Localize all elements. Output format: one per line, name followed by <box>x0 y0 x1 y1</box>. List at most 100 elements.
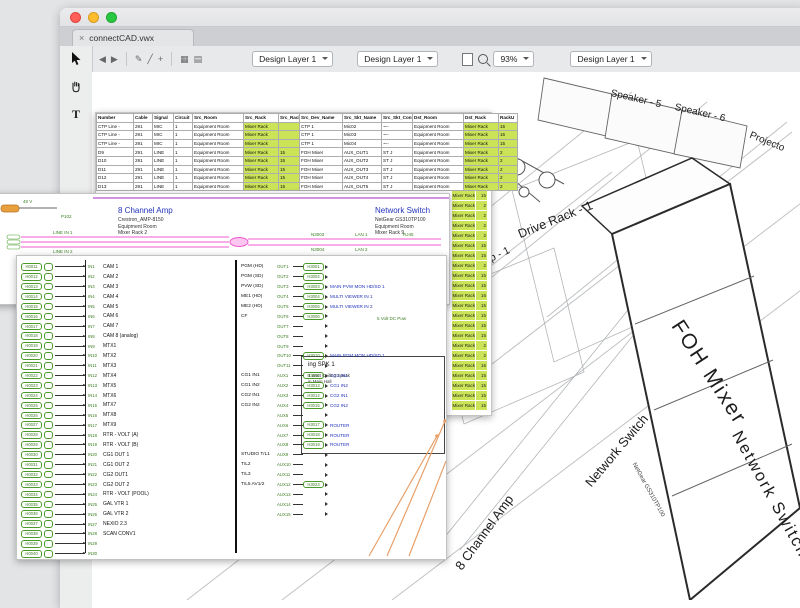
output-row[interactable]: CG1 IN2 AUX2 H3013 CG1 IN2 <box>241 381 444 391</box>
rack-u-cell: 15 <box>476 381 487 390</box>
table-row[interactable]: CTP Line -291MIC1Equipment RoomMixer Rac… <box>97 131 518 140</box>
output-row[interactable]: T/L5 AV1/2 AUX12 H3023 <box>241 480 444 490</box>
table-row[interactable]: D10291LINE1Equipment RoomMixer Rack15FOH… <box>97 156 518 165</box>
input-row[interactable]: H0036 IN26 GAL VTR 2 <box>21 509 233 519</box>
pan-hand-tool[interactable] <box>70 80 82 98</box>
input-row[interactable]: H0038 IN28 SCAN CONV1 <box>21 529 233 539</box>
input-row[interactable]: H0021 IN11 MTX3 <box>21 361 233 371</box>
output-row[interactable]: CF OUT6 H3006 <box>241 311 444 321</box>
input-row[interactable]: H0013 IN3 CAM 3 <box>21 282 233 292</box>
switch-room: Equipment Room <box>375 224 414 230</box>
output-row[interactable]: OUT7 <box>241 321 444 331</box>
output-row[interactable]: AUX7 H3018 ROUTER <box>241 430 444 440</box>
back-icon[interactable]: ◀ <box>99 55 106 64</box>
input-row[interactable]: H0027 IN17 MTX9 <box>21 420 233 430</box>
mixer-connection-window[interactable]: ing SPK 1 1 Watt Ceiling Speak in Main H… <box>16 255 447 560</box>
tab-close-icon[interactable]: × <box>79 33 84 43</box>
grid-icon[interactable]: ▦ <box>180 55 189 64</box>
selection-cursor-tool[interactable] <box>71 52 82 71</box>
cable-code-pill: H3002 <box>303 273 324 281</box>
layers-icon[interactable]: ▤ <box>194 55 203 64</box>
table-row[interactable]: CTP Line -291MIC1Equipment RoomMixer Rac… <box>97 139 518 148</box>
destination-note: ROUTER <box>330 442 349 447</box>
input-row[interactable]: H0014 IN4 CAM 4 <box>21 292 233 302</box>
output-row[interactable]: T/L3 AUX11 <box>241 470 444 480</box>
input-row[interactable]: H0037 IN27 NEXIO 2.3 <box>21 519 233 529</box>
output-row[interactable]: PVW (SD) OUT3 H3003 MAIN PVW MON HD/SD 1 <box>241 282 444 292</box>
input-row[interactable]: H0020 IN10 MTX2 <box>21 351 233 361</box>
table-row[interactable]: D11291LINE1Equipment RoomMixer Rack15FOH… <box>97 165 518 174</box>
table-row[interactable]: D9291LINE1Equipment RoomMixer Rack15FOH … <box>97 148 518 157</box>
page-setup-icon[interactable] <box>462 53 473 66</box>
output-row[interactable]: OUT10 H3010 MAIN PGM MON HD/SD 1 <box>241 351 444 361</box>
input-row[interactable]: H0023 IN13 MTX5 <box>21 381 233 391</box>
input-row[interactable]: H0031 IN21 CG1 OUT 2 <box>21 460 233 470</box>
input-row[interactable]: H0012 IN2 CAM 2 <box>21 272 233 282</box>
input-row[interactable]: H0029 IN19 RTR - VOLT (B) <box>21 440 233 450</box>
output-row[interactable]: AUX6 H3017 ROUTER <box>241 420 444 430</box>
input-name-label: CAM 2 <box>103 274 118 280</box>
layer-select-2[interactable]: Design Layer 1 <box>357 51 438 67</box>
rack-name-cell: Mixer Rack <box>452 341 475 350</box>
input-name-label: CG2 OUT1 <box>103 472 128 478</box>
input-row[interactable]: H0015 IN5 CAM 5 <box>21 302 233 312</box>
output-row[interactable]: CG2 IN1 AUX3 H3014 CG2 IN1 <box>241 391 444 401</box>
output-row[interactable]: AUX13 <box>241 489 444 499</box>
zoom-level-select[interactable]: 93% <box>493 51 534 67</box>
output-row[interactable]: ME1 (HD) OUT4 H3004 MULTI VIEWER IN 1 <box>241 292 444 302</box>
output-row[interactable]: PGM (HD) OUT1 H3001 <box>241 262 444 272</box>
input-row[interactable]: H0040 IN30 <box>21 549 233 559</box>
input-row[interactable]: H0018 IN8 CAM 8 (analog) <box>21 331 233 341</box>
input-row[interactable]: H0039 IN29 <box>21 539 233 549</box>
layer-select-3[interactable]: Design Layer 1 <box>570 51 651 67</box>
input-row[interactable]: H0017 IN7 CAM 7 <box>21 321 233 331</box>
output-row[interactable]: AUX15 <box>241 509 444 519</box>
output-row[interactable]: AUX14 <box>241 499 444 509</box>
layer-select-1[interactable]: Design Layer 1 <box>252 51 333 67</box>
line-tool-icon[interactable]: ╱ <box>147 55 152 64</box>
cable-code-pill: H0039 <box>21 540 42 548</box>
input-wire <box>55 543 85 544</box>
output-port-label: OUT4 <box>277 294 293 299</box>
table-row[interactable]: D13291LINE1Equipment RoomMixer Rack15FOH… <box>97 182 518 191</box>
input-row[interactable]: H0033 IN23 CG2 OUT 2 <box>21 480 233 490</box>
input-row[interactable]: H0035 IN25 GAL VTR 1 <box>21 499 233 509</box>
input-row[interactable]: H0024 IN14 MTX6 <box>21 391 233 401</box>
output-row[interactable]: PGM (SD) OUT2 H3002 <box>241 272 444 282</box>
output-row[interactable]: CG1 IN1 AUX1 H3012 CG1 IN1 <box>241 371 444 381</box>
column-header: Dst_Rack <box>464 114 499 123</box>
output-row[interactable]: OUT9 <box>241 341 444 351</box>
table-row[interactable]: D12291LINE1Equipment RoomMixer Rack15FOH… <box>97 174 518 183</box>
input-row[interactable]: H0034 IN24 RTR - VOLT (POOL) <box>21 489 233 499</box>
input-row[interactable]: H0019 IN9 MTX1 <box>21 341 233 351</box>
output-row[interactable]: CG2 IN2 AUX4 H3015 CG2 IN2 <box>241 400 444 410</box>
output-row[interactable]: AUX8 H3019 ROUTER <box>241 440 444 450</box>
table-row[interactable]: CTP Line -291MIC1Equipment RoomMixer Rac… <box>97 122 518 131</box>
document-tab[interactable]: × connectCAD.vwx <box>72 29 194 46</box>
input-row[interactable]: H0011 IN1 CAM 1 <box>21 262 233 272</box>
input-row[interactable]: H0030 IN20 CG1 OUT 1 <box>21 450 233 460</box>
minimize-window-button[interactable] <box>88 12 99 23</box>
output-row[interactable]: OUT11 <box>241 361 444 371</box>
forward-icon[interactable]: ▶ <box>111 55 118 64</box>
input-row[interactable]: H0022 IN12 MTX4 <box>21 371 233 381</box>
output-row[interactable]: T/L2 AUX10 <box>241 460 444 470</box>
rack-name-cell: Mixer Rack <box>452 331 475 340</box>
output-row[interactable]: OUT8 <box>241 331 444 341</box>
input-row[interactable]: H0026 IN16 MTX8 <box>21 410 233 420</box>
close-window-button[interactable] <box>70 12 81 23</box>
crosshair-tool-icon[interactable]: + <box>158 55 163 64</box>
input-row[interactable]: H0028 IN18 RTR - VOLT (A) <box>21 430 233 440</box>
pen-tool-icon[interactable]: ✎ <box>135 55 143 64</box>
zoom-magnifier-icon[interactable] <box>478 54 488 64</box>
input-row[interactable]: H0032 IN22 CG2 OUT1 <box>21 470 233 480</box>
output-row[interactable]: STUDIO T/L1 AUX9 <box>241 450 444 460</box>
text-tool[interactable]: T <box>72 107 80 122</box>
window-titlebar[interactable] <box>60 8 800 27</box>
input-row[interactable]: H0016 IN6 CAM 6 <box>21 311 233 321</box>
zoom-window-button[interactable] <box>106 12 117 23</box>
cable-schedule-table[interactable]: NumberCableSignalCircuitSrc_RoomSrc_Rack… <box>96 113 518 191</box>
output-row[interactable]: ME2 (HD) OUT5 H3005 MULTI VIEWER IN 2 <box>241 302 444 312</box>
input-row[interactable]: H0025 IN15 MTX7 <box>21 400 233 410</box>
output-row[interactable]: AUX5 <box>241 410 444 420</box>
